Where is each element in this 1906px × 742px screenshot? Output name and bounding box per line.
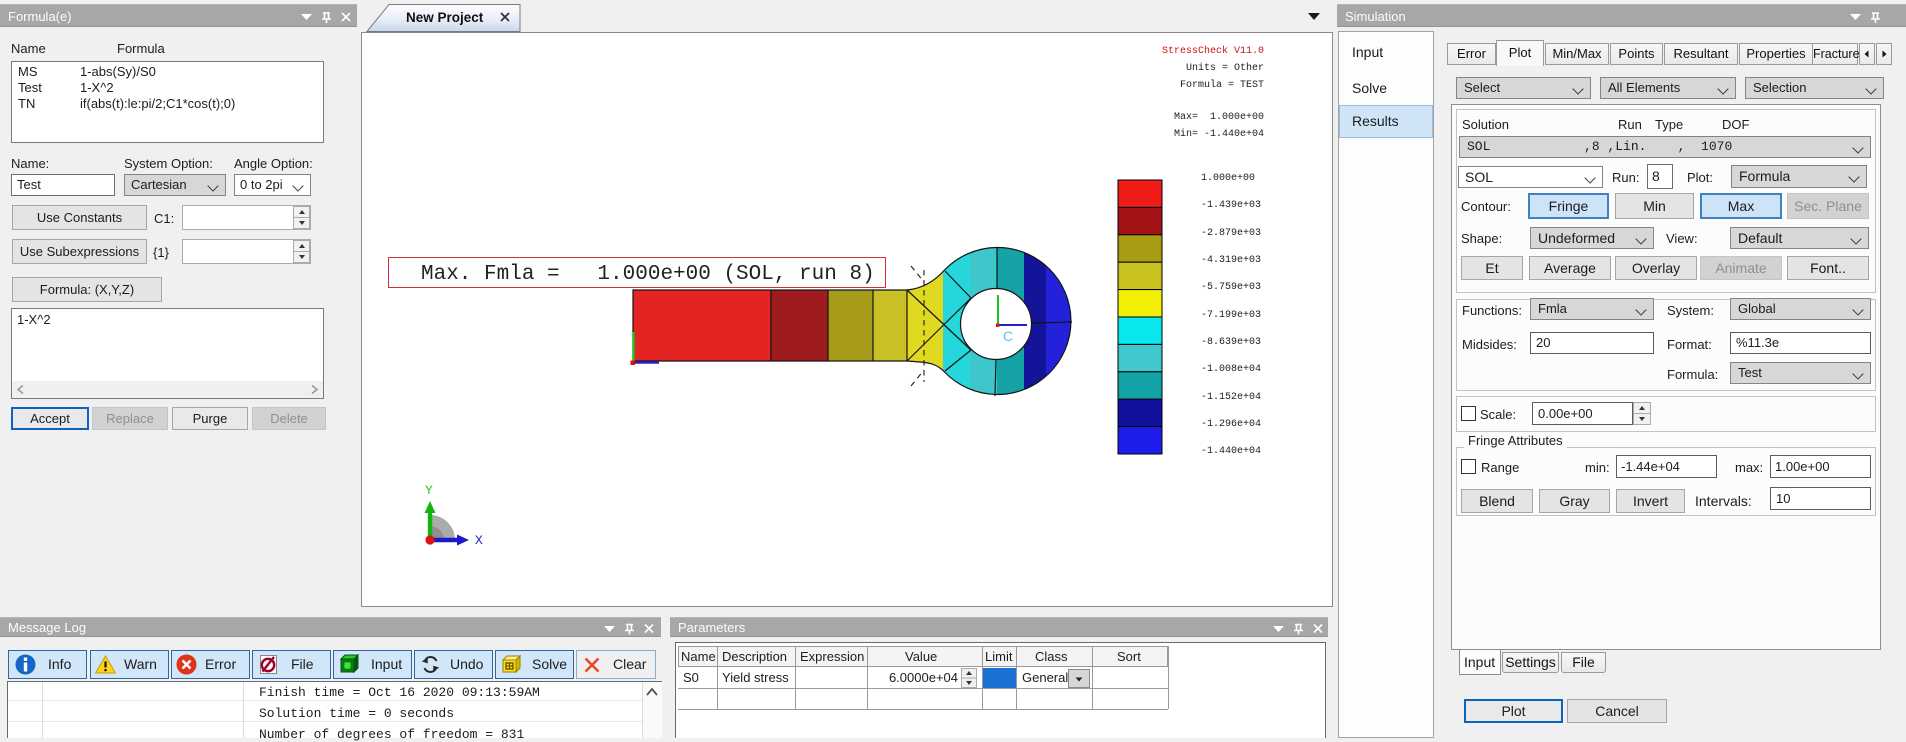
svg-text:New Project: New Project — [406, 10, 484, 25]
svg-text:Y: Y — [425, 483, 433, 498]
svg-text:C: C — [1003, 328, 1013, 344]
svg-text:X: X — [475, 533, 483, 548]
